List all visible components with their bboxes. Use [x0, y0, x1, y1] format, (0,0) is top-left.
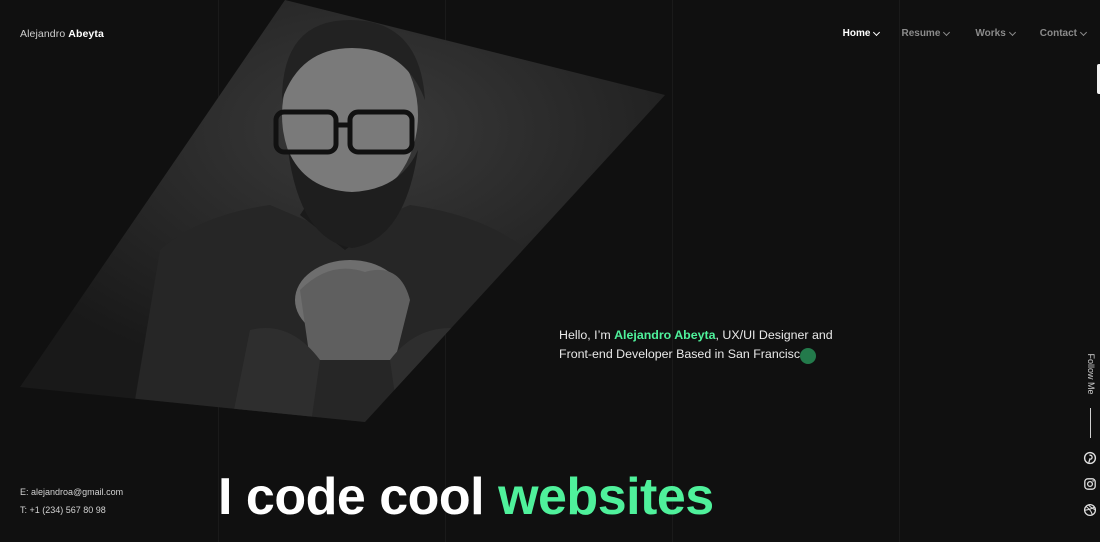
intro-prefix: Hello, I’m [559, 328, 615, 342]
chevron-down-icon [943, 28, 951, 36]
main-nav: Home Resume Works Contact [843, 28, 1100, 39]
headline-accent: websites [498, 468, 714, 526]
nav-item-home[interactable]: Home [842, 28, 881, 39]
chevron-down-icon [1079, 28, 1088, 36]
nav-item-label: Contact [1039, 28, 1077, 39]
nav-item-resume[interactable]: Resume [901, 28, 951, 39]
hero-headline: I code cool websites [218, 466, 714, 528]
brand-first-name: Alejandro [20, 28, 66, 40]
brand-logo[interactable]: Alejandro Abeyta [20, 28, 104, 40]
headline-main: I code cool [218, 468, 499, 526]
pinterest-icon[interactable] [1083, 451, 1097, 465]
portrait-photo [20, 0, 665, 422]
nav-item-label: Resume [901, 28, 941, 39]
contact-email[interactable]: E: alejandroa@gmail.com [20, 487, 123, 497]
nav-item-works[interactable]: Works [975, 28, 1016, 39]
instagram-icon[interactable] [1083, 477, 1097, 491]
cursor-dot [800, 348, 816, 364]
intro-name: Alejandro Abeyta [614, 328, 716, 342]
dribbble-icon[interactable] [1083, 503, 1097, 517]
chevron-down-icon [1008, 28, 1016, 36]
brand-last-name: Abeyta [68, 28, 104, 40]
follow-me-label: Follow Me [1086, 353, 1096, 395]
nav-item-label: Home [842, 28, 871, 39]
grid-line [899, 0, 900, 542]
chevron-down-icon [873, 28, 881, 36]
nav-item-label: Works [975, 28, 1006, 39]
nav-item-contact[interactable]: Contact [1039, 28, 1088, 39]
follow-divider [1090, 408, 1091, 438]
contact-phone[interactable]: T: +1 (234) 567 80 98 [20, 505, 106, 515]
